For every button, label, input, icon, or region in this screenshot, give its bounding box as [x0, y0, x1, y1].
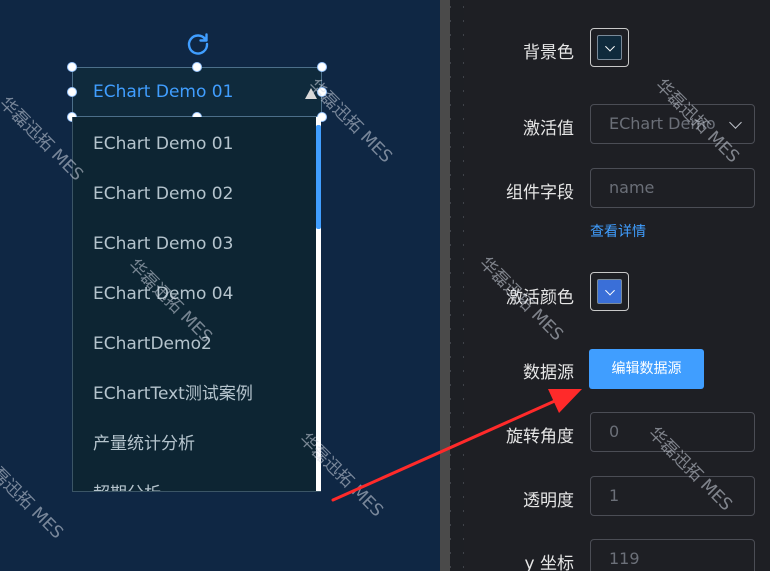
chevron-down-icon: [729, 116, 742, 129]
background-color-swatch: [597, 35, 622, 60]
panel-resize-gutter[interactable]: [450, 0, 464, 571]
rotation-value: 0: [609, 422, 620, 441]
resize-handle-middle-left[interactable]: [67, 87, 77, 97]
chevron-down-icon: [604, 41, 615, 52]
background-color-picker[interactable]: [590, 28, 629, 67]
dropdown-option[interactable]: EChart Demo 02: [73, 169, 320, 219]
active-value-select[interactable]: EChart Demo: [590, 104, 755, 144]
opacity-value: 1: [609, 486, 620, 505]
active-color-swatch: [597, 279, 622, 304]
design-canvas[interactable]: EChart Demo 01 EChart Demo 01 EChart Dem…: [0, 0, 440, 571]
y-coordinate-input[interactable]: 119: [590, 539, 755, 571]
resize-handle-top-right[interactable]: [317, 62, 327, 72]
rotation-input[interactable]: 0: [590, 412, 755, 452]
chevron-down-icon: [604, 285, 615, 296]
dropdown-option[interactable]: EChart Demo 04: [73, 269, 320, 319]
data-source-label: 数据源: [523, 363, 574, 383]
background-color-label: 背景色: [523, 43, 574, 63]
y-coordinate-label: y 坐标: [524, 554, 574, 571]
active-value-text: EChart Demo: [609, 114, 716, 133]
dropdown-option[interactable]: EChart Demo 01: [73, 119, 320, 169]
component-field-placeholder: name: [609, 178, 655, 197]
select-dropdown: EChart Demo 01 EChart Demo 02 EChart Dem…: [72, 117, 321, 492]
component-field-label: 组件字段: [506, 183, 574, 203]
opacity-input[interactable]: 1: [590, 476, 755, 516]
resize-handle-top-left[interactable]: [67, 62, 77, 72]
caret-up-icon[interactable]: [305, 88, 317, 99]
select-value: EChart Demo 01: [93, 82, 234, 102]
active-color-label: 激活颜色: [506, 288, 574, 308]
edit-data-source-button[interactable]: 编辑数据源: [589, 349, 704, 389]
dropdown-option[interactable]: EChartText测试案例: [73, 369, 320, 419]
resize-handle-middle-right[interactable]: [317, 87, 327, 97]
y-coordinate-value: 119: [609, 549, 640, 568]
active-value-label: 激活值: [523, 119, 574, 139]
view-details-link[interactable]: 查看详情: [590, 221, 646, 241]
active-color-picker[interactable]: [590, 272, 629, 311]
dropdown-option[interactable]: EChartDemo2: [73, 319, 320, 369]
properties-panel: 背景色 激活值 EChart Demo 组件字段 name 查看详情 激活颜色 …: [464, 0, 770, 571]
opacity-label: 透明度: [523, 491, 574, 511]
component-field-input[interactable]: name: [590, 168, 755, 208]
dropdown-option[interactable]: 产量统计分析: [73, 419, 320, 469]
rotate-icon[interactable]: [185, 31, 211, 57]
select-component[interactable]: EChart Demo 01: [72, 67, 322, 117]
dropdown-option[interactable]: 超期分析: [73, 469, 320, 491]
dropdown-option[interactable]: EChart Demo 03: [73, 219, 320, 269]
dropdown-scroll-thumb[interactable]: [316, 125, 321, 229]
panel-divider[interactable]: [440, 0, 450, 571]
resize-handle-top-center[interactable]: [192, 62, 202, 72]
rotation-label: 旋转角度: [506, 427, 574, 447]
